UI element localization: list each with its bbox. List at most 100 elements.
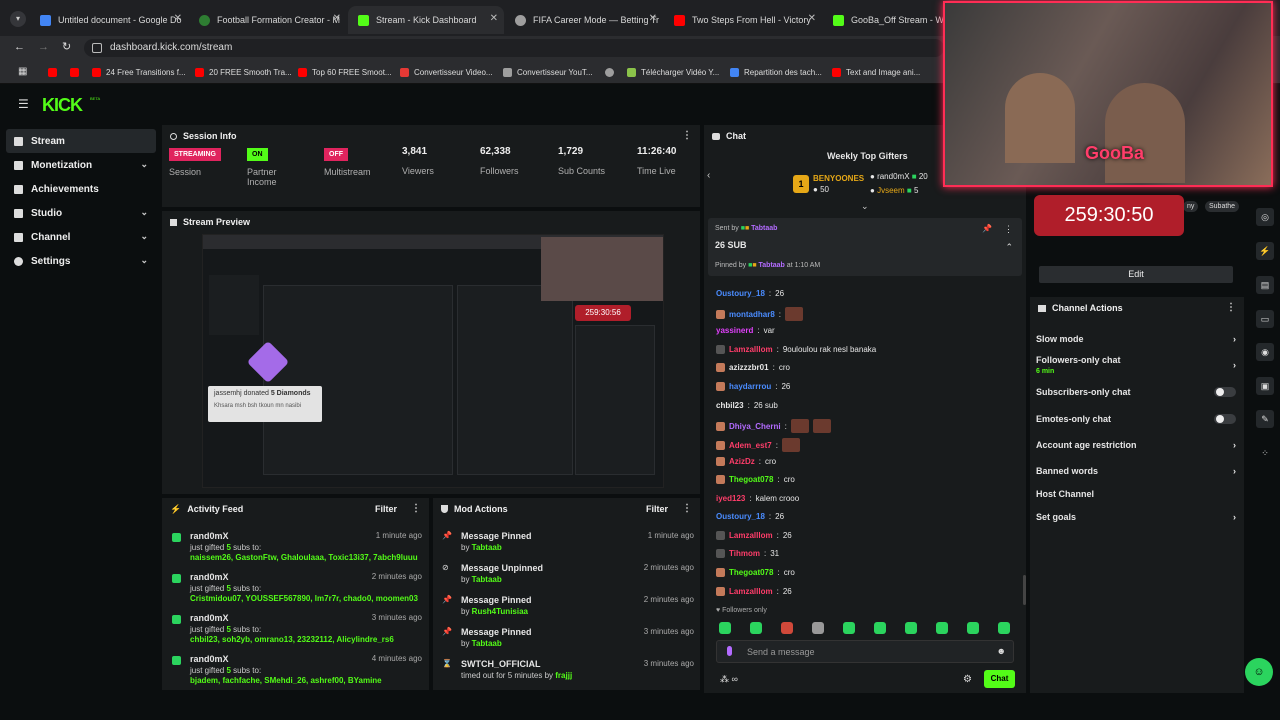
sidebar-item-achievements[interactable]: Achievements — [6, 177, 156, 201]
bookmark-8[interactable] — [605, 66, 619, 78]
kebab-icon[interactable]: ⋮ — [1004, 224, 1013, 235]
rail-target-icon[interactable]: ◎ — [1256, 208, 1274, 226]
sidebar-item-monetization[interactable]: Monetization ⌄ — [6, 153, 156, 177]
collapse-chevron-icon[interactable]: ⌃ — [1005, 242, 1013, 253]
close-icon[interactable]: ✕ — [333, 13, 341, 24]
chat-message[interactable]: Adem_est7: — [716, 438, 800, 452]
rail-layout-icon[interactable]: ▣ — [1256, 377, 1274, 395]
account-age-row[interactable]: Account age restriction › — [1036, 440, 1236, 450]
expand-chevron-icon[interactable]: ⌄ — [861, 201, 869, 212]
back-button[interactable]: ← — [14, 41, 25, 53]
bookmark-5[interactable]: Top 60 FREE Smoot... — [298, 66, 392, 78]
chat-tools-icon[interactable]: ⁂ ∞ — [720, 674, 738, 685]
floating-chat-button[interactable]: ☺ — [1245, 658, 1273, 686]
subathon-pill-left[interactable]: ny — [1183, 201, 1199, 212]
host-channel-row[interactable]: Host Channel — [1036, 489, 1236, 499]
chat-message-input[interactable]: Send a message ☻ — [716, 640, 1014, 663]
chat-message[interactable]: montadhar8: — [716, 307, 804, 321]
chat-message[interactable]: Tihmom:31 — [716, 549, 779, 558]
tab-youtube-music[interactable]: Two Steps From Hell - Victory ✕ — [664, 6, 822, 34]
address-input[interactable]: dashboard.kick.com/stream — [84, 39, 944, 57]
apps-grid-icon[interactable]: ▦ — [18, 66, 27, 77]
chat-message[interactable]: azizzzbr01: cro — [716, 363, 790, 372]
kebab-icon[interactable]: ⋮ — [682, 503, 692, 514]
stream-preview-video[interactable]: 259:30:56 — [202, 234, 664, 488]
close-icon[interactable]: ✕ — [174, 13, 182, 24]
rail-wrench-icon[interactable]: ✎ — [1256, 410, 1274, 428]
kick-logo[interactable]: KICK — [42, 95, 83, 116]
close-icon[interactable]: ✕ — [649, 13, 657, 24]
sidebar-item-stream[interactable]: Stream — [6, 129, 156, 153]
close-icon[interactable]: ✕ — [490, 13, 498, 24]
tab-fifa-career[interactable]: FIFA Career Mode — Betting Tr ✕ — [505, 6, 663, 34]
bookmark-2[interactable] — [70, 66, 84, 78]
sidebar-item-studio[interactable]: Studio ⌄ — [6, 201, 156, 225]
chat-message[interactable]: Oustoury_18:26 — [716, 512, 784, 521]
kebab-icon[interactable]: ⋮ — [682, 130, 692, 141]
tab-search-button[interactable]: ▾ — [10, 11, 26, 27]
chat-message[interactable]: yassinerd: var — [716, 326, 775, 335]
rail-broadcast-icon[interactable]: ◉ — [1256, 343, 1274, 361]
sidebar-item-channel[interactable]: Channel ⌄ — [6, 225, 156, 249]
bookmark-1[interactable] — [48, 66, 62, 78]
chat-settings-icon[interactable]: ⚙ — [963, 674, 972, 685]
rail-chat-icon[interactable]: ▭ — [1256, 310, 1274, 328]
reload-button[interactable]: ↻ — [62, 40, 71, 53]
subscribers-only-row[interactable]: Subscribers-only chat — [1036, 387, 1236, 397]
tab-gooba-stream[interactable]: GooBa_Off Stream - Watch — [823, 6, 943, 34]
multistream-status[interactable]: OFF Multistream — [324, 148, 371, 204]
chat-message[interactable]: Thegoat078: cro — [716, 475, 795, 484]
emoji-icon[interactable]: ☻ — [997, 646, 1006, 656]
chat-message[interactable]: Lamzalllom:26 — [716, 587, 792, 596]
bookmark-10[interactable]: Repartition des tach... — [730, 66, 822, 78]
chat-message[interactable]: Oustoury_18:26 — [716, 289, 784, 298]
pinned-message[interactable]: Sent by ■■ Tabtaab 26 SUB Pinned by ■■ T… — [708, 218, 1022, 276]
edit-button[interactable]: Edit — [1039, 266, 1233, 283]
set-goals-row[interactable]: Set goals › — [1036, 512, 1236, 522]
top-gifter-1[interactable]: BENYOONES ● 50 — [813, 174, 864, 194]
close-icon[interactable]: ✕ — [808, 13, 816, 24]
chat-message[interactable]: Lamzalllom:26 — [716, 531, 792, 540]
chat-message[interactable]: Dhiya_Cherni: — [716, 419, 831, 433]
chat-message[interactable]: haydarrrou:26 — [716, 382, 790, 391]
banned-words-row[interactable]: Banned words › — [1036, 466, 1236, 476]
chat-message[interactable]: AzizDz: cro — [716, 457, 776, 466]
chat-send-button[interactable]: Chat — [984, 670, 1015, 688]
rail-document-icon[interactable]: ▤ — [1256, 276, 1274, 294]
bookmark-7[interactable]: Convertisseur YouT... — [503, 66, 593, 78]
subathon-pill[interactable]: Subathe — [1205, 201, 1240, 212]
filter-button[interactable]: Filter — [375, 504, 397, 514]
chat-message[interactable]: Thegoat078: cro — [716, 568, 795, 577]
filter-button[interactable]: Filter — [646, 504, 668, 514]
slow-mode-row[interactable]: Slow mode › — [1036, 334, 1236, 344]
pin-icon[interactable]: 📌 — [982, 224, 992, 233]
rail-bolt-icon[interactable]: ⚡ — [1256, 242, 1274, 260]
forward-button[interactable]: → — [38, 41, 49, 53]
top-gifter-2[interactable]: ● rand0mX ■ 20 — [870, 172, 928, 181]
site-info-icon[interactable] — [92, 43, 102, 53]
emotes-only-toggle[interactable] — [1214, 414, 1236, 424]
kebab-icon[interactable]: ⋮ — [411, 503, 421, 514]
rail-share-icon[interactable]: ⁘ — [1256, 444, 1274, 462]
microphone-icon[interactable] — [727, 646, 732, 656]
subscribers-only-toggle[interactable] — [1214, 387, 1236, 397]
chat-message[interactable]: iyed123: kalem crooo — [716, 494, 799, 503]
tab-google-docs[interactable]: Untitled document - Google Do ✕ — [30, 6, 188, 34]
chat-message[interactable]: Lamzalllom:9ouloulou rak nesl banaka — [716, 345, 876, 354]
gifters-prev-icon[interactable]: ‹ — [707, 170, 710, 181]
bookmark-11[interactable]: Text and Image ani... — [832, 66, 920, 78]
emote-quick-row[interactable] — [719, 622, 1019, 636]
sidebar-item-settings[interactable]: Settings ⌄ — [6, 249, 156, 273]
menu-icon[interactable]: ☰ — [18, 97, 29, 111]
kebab-icon[interactable]: ⋮ — [1226, 302, 1236, 313]
emotes-only-row[interactable]: Emotes-only chat — [1036, 414, 1236, 424]
bookmark-3[interactable]: 24 Free Transitions f... — [92, 66, 186, 78]
bookmark-4[interactable]: 20 FREE Smooth Tra... — [195, 66, 292, 78]
chat-message[interactable]: chbil23:26 sub — [716, 401, 778, 410]
tab-kick-dashboard[interactable]: Stream - Kick Dashboard ✕ — [348, 6, 504, 34]
top-gifter-3[interactable]: ● Jvseem ■ 5 — [870, 186, 918, 195]
chat-scrollbar[interactable] — [1023, 575, 1026, 605]
followers-only-row[interactable]: Followers-only chat 6 min › — [1036, 355, 1236, 375]
tab-football-formation[interactable]: Football Formation Creator - M ✕ — [189, 6, 347, 34]
bookmark-6[interactable]: Convertisseur Video... — [400, 66, 493, 78]
